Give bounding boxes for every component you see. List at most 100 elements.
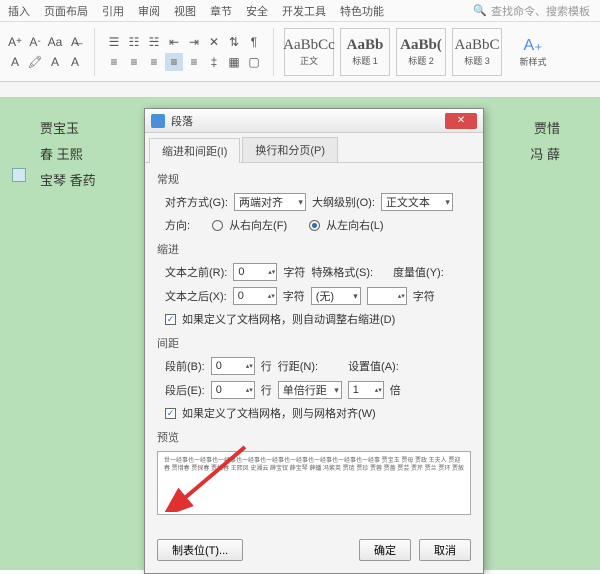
style-label: 标题 1 (352, 54, 378, 67)
align-center-icon[interactable]: ≡ (125, 53, 143, 71)
search-placeholder: 查找命令、搜索模板 (491, 3, 590, 19)
space-after-unit: 行 (261, 382, 272, 398)
shading-icon[interactable]: ▦ (225, 53, 243, 71)
new-style-label: 新样式 (519, 55, 546, 68)
direction-label: 方向: (165, 217, 190, 233)
style-label: 标题 3 (464, 54, 490, 67)
doc-text-line: 宝琴 香药 (40, 173, 96, 188)
tabs-button[interactable]: 制表位(T)... (157, 539, 243, 561)
style-heading3[interactable]: AaBbC 标题 3 (452, 28, 502, 76)
new-style-button[interactable]: A₊ 新样式 (508, 28, 558, 76)
align-left-icon[interactable]: ≡ (105, 53, 123, 71)
increase-indent-icon[interactable]: ⇥ (185, 33, 203, 51)
tab-page-layout[interactable]: 页面布局 (44, 3, 88, 19)
doc-text-line: 贾惜 (534, 116, 560, 142)
section-spacing: 间距 (157, 335, 471, 351)
set-value-unit: 倍 (390, 382, 401, 398)
section-preview: 预览 (157, 429, 471, 445)
dialog-app-icon (151, 114, 165, 128)
cancel-button[interactable]: 取消 (419, 539, 471, 561)
dialog-title: 段落 (171, 113, 193, 129)
dialog-titlebar[interactable]: 段落 ✕ (145, 109, 483, 133)
tab-line-page-breaks[interactable]: 换行和分页(P) (242, 137, 338, 162)
tab-special[interactable]: 特色功能 (340, 3, 384, 19)
space-after-spin[interactable]: 0 (211, 381, 255, 399)
tab-developer[interactable]: 开发工具 (282, 3, 326, 19)
line-spacing-combo[interactable]: 单倍行距 (278, 381, 342, 399)
sort-icon[interactable]: ⇅ (225, 33, 243, 51)
decrease-indent-icon[interactable]: ⇤ (165, 33, 183, 51)
align-right-icon[interactable]: ≡ (145, 53, 163, 71)
indent-before-spin[interactable]: 0 (233, 263, 277, 281)
tab-chapter[interactable]: 章节 (210, 3, 232, 19)
style-label: 标题 2 (408, 54, 434, 67)
line-spacing-icon[interactable]: ‡ (205, 53, 223, 71)
tab-insert[interactable]: 插入 (8, 3, 30, 19)
multilevel-icon[interactable]: ☵ (145, 33, 163, 51)
text-tools-icon[interactable]: ✕ (205, 33, 223, 51)
tab-security[interactable]: 安全 (246, 3, 268, 19)
section-indent: 缩进 (157, 241, 471, 257)
indent-after-unit: 字符 (283, 288, 305, 304)
style-preview: AaBb( (400, 37, 442, 54)
style-heading1[interactable]: AaBb 标题 1 (340, 28, 390, 76)
paragraph-dialog: 段落 ✕ 缩进和间距(I) 换行和分页(P) 常规 对齐方式(G): 两端对齐 … (144, 108, 484, 574)
bullets-icon[interactable]: ☰ (105, 33, 123, 51)
ltr-radio[interactable] (309, 220, 320, 231)
set-value-spin[interactable]: 1 (348, 381, 384, 399)
change-case-icon[interactable]: Aa (46, 33, 64, 51)
section-general: 常规 (157, 171, 471, 187)
special-combo[interactable]: (无) (311, 287, 361, 305)
new-style-icon: A₊ (523, 35, 542, 55)
space-before-label: 段前(B): (165, 358, 205, 374)
tab-view[interactable]: 视图 (174, 3, 196, 19)
style-heading2[interactable]: AaBb( 标题 2 (396, 28, 446, 76)
clear-format-icon[interactable]: A̶ (66, 33, 84, 51)
align-label: 对齐方式(G): (165, 194, 228, 210)
indent-after-label: 文本之后(X): (165, 288, 227, 304)
rtl-label: 从右向左(F) (229, 217, 287, 233)
space-before-spin[interactable]: 0 (211, 357, 255, 375)
highlight-icon[interactable]: 🖍 (26, 53, 44, 71)
font-grow-icon[interactable]: A+ (6, 33, 24, 51)
search-box[interactable]: 🔍 查找命令、搜索模板 (473, 3, 590, 19)
outline-combo[interactable]: 正文文本 (381, 193, 453, 211)
style-preview: AaBb (347, 37, 384, 54)
style-preview: AaBbC (455, 37, 500, 54)
outline-label: 大纲级别(O): (312, 194, 375, 210)
ok-button[interactable]: 确定 (359, 539, 411, 561)
ruler[interactable] (0, 82, 600, 98)
tab-review[interactable]: 审阅 (138, 3, 160, 19)
distribute-icon[interactable]: ≡ (185, 53, 203, 71)
font-color-icon[interactable]: A (6, 53, 24, 71)
align-combo[interactable]: 两端对齐 (234, 193, 306, 211)
preview-box: 世一经事也一经事也一经事也一经事也一经事也一经事也一经事也一经事也一经事 贾宝玉… (157, 451, 471, 515)
borders-icon[interactable]: ▢ (245, 53, 263, 71)
font-shrink-icon[interactable]: A- (26, 33, 44, 51)
style-normal[interactable]: AaBbCc 正文 (284, 28, 334, 76)
grid-align-label: 如果定义了文档网格，则与网格对齐(W) (182, 405, 376, 421)
line-spacing-label: 行距(N): (278, 358, 318, 374)
indent-after-spin[interactable]: 0 (233, 287, 277, 305)
indent-before-unit: 字符 (283, 264, 305, 280)
char-shading-icon[interactable]: A (46, 53, 64, 71)
doc-text-line: 春 王熙 (40, 147, 83, 162)
auto-adjust-check[interactable] (165, 314, 176, 325)
measure-unit: 字符 (413, 288, 435, 304)
thumbnail-icon[interactable] (12, 168, 26, 182)
search-icon: 🔍 (473, 4, 487, 17)
show-marks-icon[interactable]: ¶ (245, 33, 263, 51)
measure-spin[interactable] (367, 287, 407, 305)
numbering-icon[interactable]: ☷ (125, 33, 143, 51)
ltr-label: 从左向右(L) (326, 217, 383, 233)
tab-references[interactable]: 引用 (102, 3, 124, 19)
space-after-label: 段后(E): (165, 382, 205, 398)
rtl-radio[interactable] (212, 220, 223, 231)
auto-adjust-label: 如果定义了文档网格，则自动调整右缩进(D) (182, 311, 395, 327)
close-button[interactable]: ✕ (445, 113, 477, 129)
char-border-icon[interactable]: A (66, 53, 84, 71)
grid-align-check[interactable] (165, 408, 176, 419)
indent-before-label: 文本之前(R): (165, 264, 227, 280)
justify-icon[interactable]: ≡ (165, 53, 183, 71)
tab-indent-spacing[interactable]: 缩进和间距(I) (149, 138, 240, 163)
